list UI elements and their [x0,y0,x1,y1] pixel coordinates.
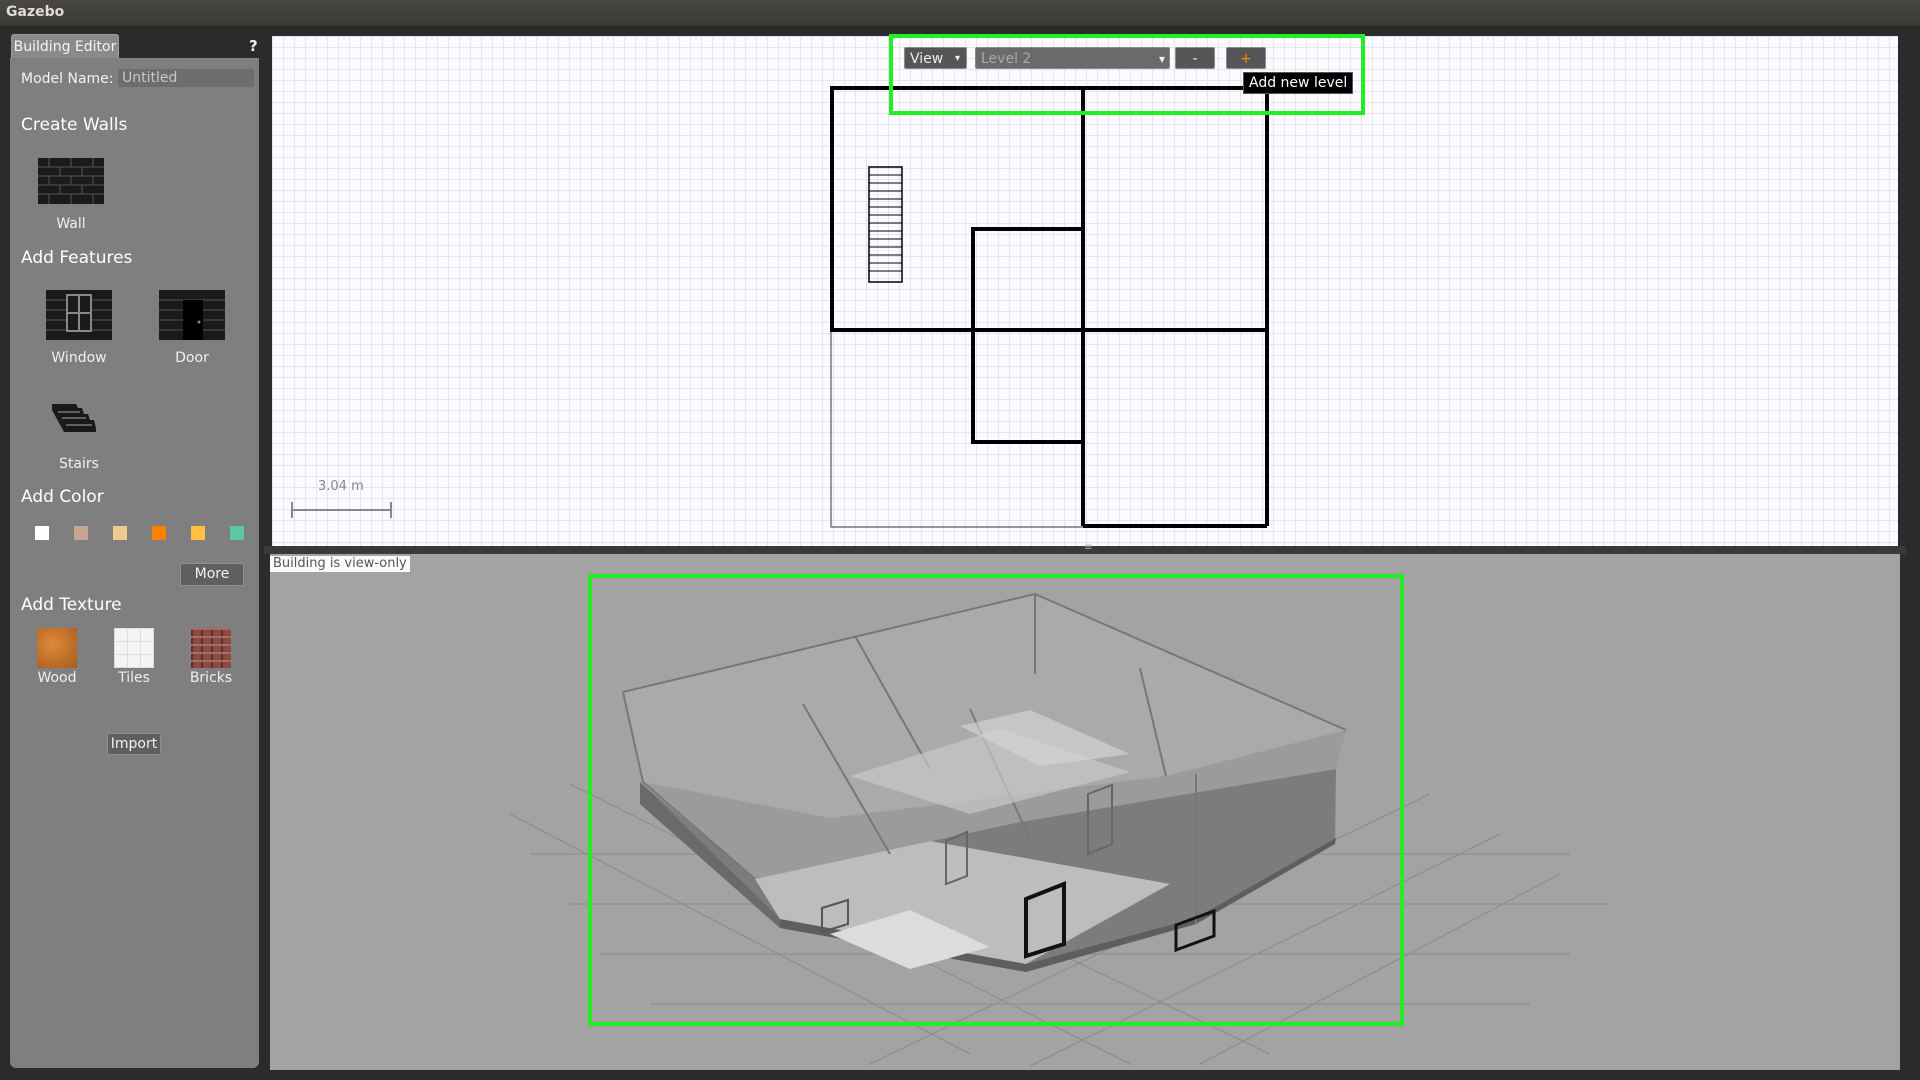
model-name-label: Model Name: [21,71,114,87]
more-colors-button[interactable]: More [180,563,244,586]
window-tool-button[interactable] [46,290,112,340]
bricks-texture-swatch[interactable] [191,628,231,668]
building-highlight-box [588,574,1404,1026]
title-bar: Gazebo [0,0,1920,27]
stairs-icon [52,404,96,432]
scale-bar [291,502,392,518]
building-editor-panel: Model Name: Untitled Create Walls Wall A… [10,58,259,1068]
window-title: Gazebo [6,4,65,20]
add-color-heading: Add Color [21,487,104,507]
wood-texture-swatch[interactable] [37,628,77,668]
tab-building-editor[interactable]: Building Editor [11,34,119,59]
view-only-status: Building is view-only [270,556,410,572]
color-swatch-white[interactable] [35,526,49,540]
window-icon [46,290,112,340]
view-splitter[interactable]: ≡ [264,542,1906,554]
scale-bar-label: 3.04 m [318,479,364,494]
door-tool-label: Door [175,350,209,366]
stairs-tool-button[interactable] [50,400,98,434]
brick-wall-icon [38,158,104,204]
door-tool-button[interactable] [159,290,225,340]
color-swatch-tan[interactable] [113,526,127,540]
wall-tool-label: Wall [56,216,86,232]
splitter-handle-icon: ≡ [1084,542,1093,553]
stairs-tool-label: Stairs [59,456,99,472]
window-tool-label: Window [51,350,107,366]
tiles-texture-swatch[interactable] [114,628,154,668]
bricks-texture-label: Bricks [189,670,233,686]
color-swatch-teal[interactable] [230,526,244,540]
color-swatch-taupe[interactable] [74,526,88,540]
create-walls-heading: Create Walls [21,115,128,135]
help-button[interactable]: ? [249,37,258,55]
add-features-heading: Add Features [21,248,133,268]
add-texture-heading: Add Texture [21,595,122,615]
stairs-symbol [868,166,903,283]
model-name-field[interactable]: Untitled [118,69,254,87]
color-swatch-orange[interactable] [152,526,166,540]
door-icon [159,290,225,340]
toolbar-highlight-box [889,34,1365,115]
wall-tool-button[interactable] [38,158,104,204]
color-swatch-yellow[interactable] [191,526,205,540]
import-button[interactable]: Import [107,733,161,755]
